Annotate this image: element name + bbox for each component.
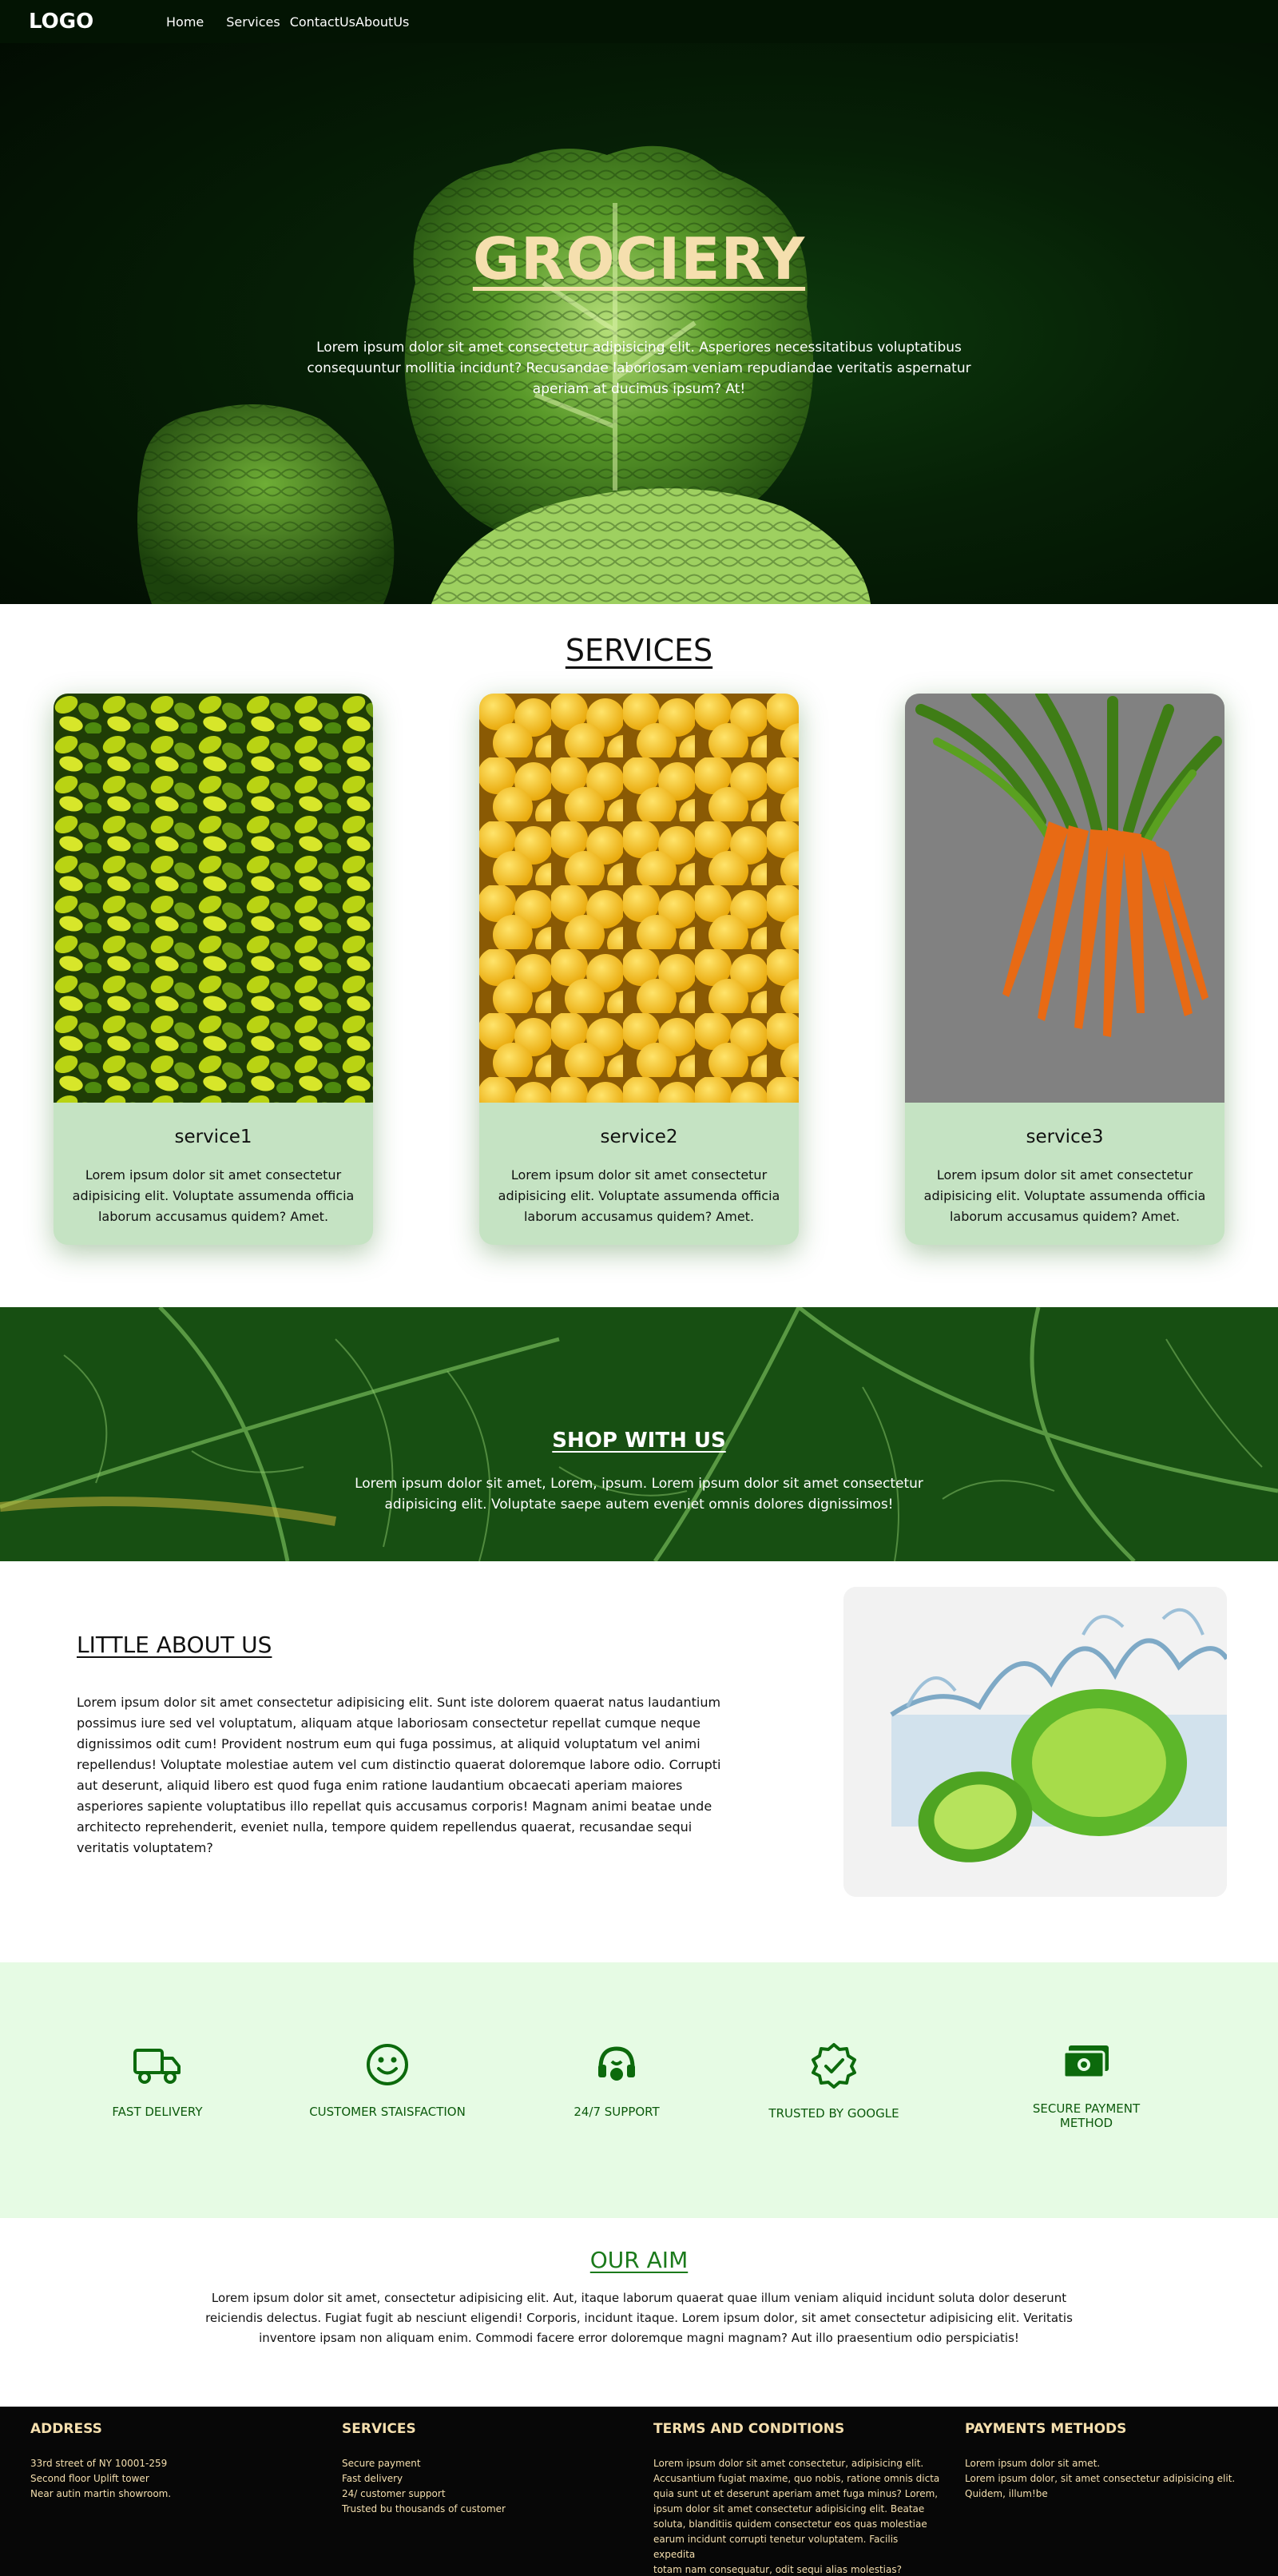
- nav-links: Home Services ContactUs AboutUs: [166, 14, 409, 30]
- service-card-title: service3: [1026, 1127, 1104, 1147]
- aim-title: OUR AIM: [589, 2247, 689, 2273]
- service-card-1[interactable]: service1 Lorem ipsum dolor sit amet cons…: [54, 694, 373, 1245]
- lemons-image: [479, 694, 799, 1103]
- cabbage-hero-image: [137, 145, 871, 604]
- about-text: Lorem ipsum dolor sit amet consectetur a…: [77, 1695, 721, 1855]
- footer-line: 33rd street of NY 10001-259: [30, 2458, 168, 2469]
- nav-link-services[interactable]: Services: [226, 14, 280, 30]
- footer-line: Lorem ipsum dolor sit amet.: [965, 2458, 1101, 2469]
- cash-icon: [1062, 2045, 1109, 2079]
- footer-line: Lorem ipsum dolor, sit amet consectetur …: [965, 2473, 1236, 2484]
- footer-line: Second floor Uplift tower: [30, 2473, 149, 2484]
- shop-description: Lorem ipsum dolor sit amet, Lorem, ipsum…: [355, 1476, 923, 1513]
- aim-section: OUR AIM Lorem ipsum dolor sit amet, cons…: [0, 2218, 1278, 2407]
- hero-description: Lorem ipsum dolor sit amet consectetur a…: [307, 340, 971, 397]
- truck-icon: [133, 2049, 181, 2084]
- smiley-icon: [367, 2044, 408, 2085]
- olives-image: [54, 694, 373, 1103]
- nav-link-about[interactable]: AboutUs: [355, 14, 409, 30]
- logo[interactable]: LOGO: [29, 10, 166, 34]
- carrots-image: [905, 694, 1224, 1103]
- feature-label: CUSTOMER STAISFACTION: [309, 2105, 466, 2119]
- footer-heading: ADDRESS: [30, 2421, 102, 2437]
- feature-support: 24/7 SUPPORT: [537, 2042, 697, 2119]
- features-section: FAST DELIVERY CUSTOMER STAISFACTION 24/7…: [0, 1962, 1278, 2218]
- verified-badge-icon: [812, 2043, 856, 2089]
- footer-line: Quidem, illum!be: [965, 2488, 1048, 2499]
- service-card-text: Lorem ipsum dolor sit amet consectetur a…: [498, 1167, 780, 1224]
- service-card-text: Lorem ipsum dolor sit amet consectetur a…: [923, 1167, 1206, 1224]
- about-section: LITTLE ABOUT US Lorem ipsum dolor sit am…: [0, 1561, 1278, 1962]
- hero-title: GROCIERY: [472, 225, 806, 292]
- footer-heading: TERMS AND CONDITIONS: [653, 2421, 845, 2437]
- footer-address: ADDRESS 33rd street of NY 10001-259 Seco…: [30, 2421, 318, 2502]
- service-card-title: service1: [174, 1127, 252, 1147]
- footer-line: earum incidunt corrupti tenetur voluptat…: [653, 2534, 899, 2560]
- footer-link[interactable]: Secure payment: [342, 2456, 629, 2471]
- hero-section: GROCIERY Lorem ipsum dolor sit amet cons…: [0, 0, 1278, 604]
- service-card-title: service2: [600, 1127, 678, 1147]
- footer-line: quia sunt ut et deserunt aperiam amet fu…: [653, 2488, 939, 2499]
- footer-line: Accusantium fugiat maxime, quo nobis, ra…: [653, 2473, 940, 2484]
- service-card-3[interactable]: service3 Lorem ipsum dolor sit amet cons…: [905, 694, 1224, 1245]
- service-card-text: Lorem ipsum dolor sit amet consectetur a…: [72, 1167, 355, 1224]
- footer-heading: PAYMENTS METHODS: [965, 2421, 1127, 2437]
- footer-line: Lorem ipsum dolor sit amet consectetur, …: [653, 2458, 924, 2469]
- footer-payments: PAYMENTS METHODS Lorem ipsum dolor sit a…: [965, 2421, 1252, 2502]
- shop-title: SHOP WITH US: [552, 1429, 726, 1453]
- feature-label: FAST DELIVERY: [112, 2105, 203, 2119]
- shop-banner: SHOP WITH US Lorem ipsum dolor sit amet,…: [0, 1307, 1278, 1561]
- footer: ADDRESS 33rd street of NY 10001-259 Seco…: [0, 2407, 1278, 2576]
- feature-label: 24/7 SUPPORT: [574, 2105, 660, 2119]
- feature-customer-satisfaction: CUSTOMER STAISFACTION: [308, 2042, 467, 2119]
- feature-trusted: TRUSTED BY GOOGLE: [754, 2042, 914, 2121]
- footer-line: soluta, blanditiis quidem consectetur eo…: [653, 2518, 927, 2530]
- footer-heading: SERVICES: [342, 2421, 416, 2437]
- navbar: LOGO Home Services ContactUs AboutUs: [0, 0, 1278, 43]
- feature-secure-payment: SECURE PAYMENT METHOD: [1006, 2042, 1166, 2130]
- services-title: SERVICES: [565, 633, 713, 668]
- service-card-2[interactable]: service2 Lorem ipsum dolor sit amet cons…: [479, 694, 799, 1245]
- about-title: LITTLE ABOUT US: [77, 1632, 272, 1658]
- nav-link-contact[interactable]: ContactUs: [290, 14, 355, 30]
- feature-fast-delivery: FAST DELIVERY: [77, 2042, 237, 2119]
- services-section: SERVICES service1 Lorem ipsum dolor sit …: [0, 604, 1278, 1307]
- lime-splash-image: [843, 1587, 1227, 1897]
- feature-label: TRUSTED BY GOOGLE: [768, 2106, 899, 2121]
- footer-link[interactable]: Fast delivery: [342, 2471, 629, 2487]
- footer-services: SERVICES Secure payment Fast delivery 24…: [342, 2421, 629, 2517]
- headset-icon: [598, 2046, 635, 2081]
- footer-link[interactable]: Trusted bu thousands of customer: [342, 2502, 629, 2517]
- footer-line: ipsum dolor sit amet consectetur adipisi…: [653, 2503, 925, 2514]
- footer-line: Near autin martin showroom.: [30, 2488, 172, 2499]
- footer-link[interactable]: 24/ customer support: [342, 2487, 629, 2502]
- nav-link-home[interactable]: Home: [166, 14, 204, 30]
- feature-label: SECURE PAYMENT METHOD: [1032, 2101, 1141, 2130]
- footer-line: totam nam consequatur, odit sequi alias …: [653, 2564, 902, 2575]
- aim-text: Lorem ipsum dolor sit amet, consectetur …: [205, 2291, 1073, 2345]
- footer-terms: TERMS AND CONDITIONS Lorem ipsum dolor s…: [653, 2421, 941, 2576]
